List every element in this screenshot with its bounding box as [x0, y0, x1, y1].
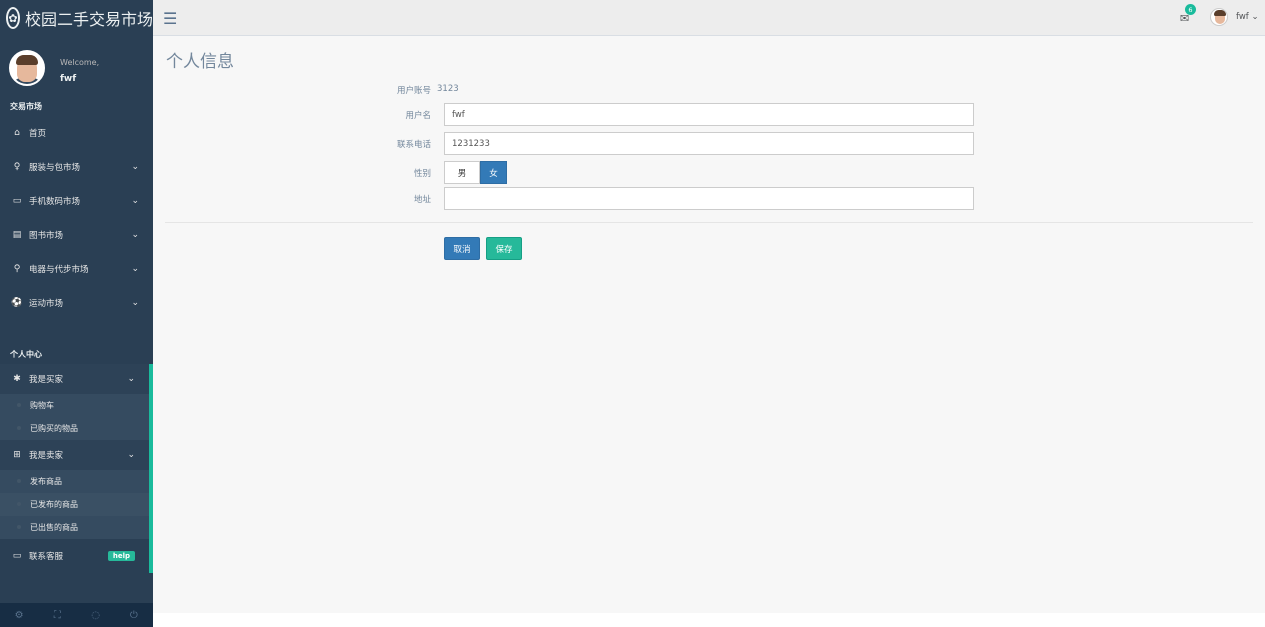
account-label: 用户账号 — [396, 86, 431, 96]
phone-input[interactable] — [444, 132, 974, 155]
cancel-button[interactable]: 取消 — [444, 237, 480, 260]
main-content: 个人信息 用户账号 3123 用户名 联系电话 性别 男 女 地址 取消 保存 — [153, 37, 1265, 613]
sidebar-item-sports[interactable]: ⚽ 运动市场 ⌄ — [0, 286, 153, 320]
gender-toggle: 男 女 — [444, 161, 507, 184]
page-title: 个人信息 — [166, 52, 234, 72]
paw-icon: ✿ — [6, 7, 20, 29]
gender-label: 性别 — [413, 169, 431, 179]
brand-title: 校园二手交易市场 — [24, 10, 153, 29]
topbar: ☰ ✉ 6 fwf ⌄ — [153, 0, 1265, 36]
sidebar-item-label: 我是买家 — [29, 375, 64, 385]
sidebar-item-label: 图书市场 — [29, 231, 64, 241]
book-icon: ▤ — [12, 230, 22, 240]
user-avatar[interactable] — [1210, 8, 1228, 26]
sidebar-item-label: 联系客服 — [29, 552, 64, 562]
avatar — [9, 50, 45, 86]
chevron-down-icon: ⌄ — [131, 196, 139, 206]
submenu-item-purchased[interactable]: 已购买的物品 — [0, 417, 149, 440]
section-title-personal: 个人中心 — [10, 349, 42, 359]
female-icon: ♀ — [13, 162, 21, 172]
mail-count-badge: 6 — [1185, 4, 1196, 15]
submenu-buyer: 购物车 已购买的物品 — [0, 394, 149, 440]
sidebar-item-label: 服装与包市场 — [29, 163, 81, 173]
user-name: fwf — [1236, 12, 1249, 22]
submenu-item-publish[interactable]: 发布商品 — [0, 470, 149, 493]
sidebar-footer: ⚙ ⛶ ◌ ⏻ — [0, 603, 153, 627]
eye-slash-icon[interactable]: ◌ — [77, 603, 115, 627]
sidebar-group-personal: ✱ 我是买家 ⌄ 购物车 已购买的物品 ⊞ 我是卖家 ⌄ 发布商品 已发布的商品… — [0, 364, 153, 573]
sidebar: ✿ 校园二手交易市场 Welcome, fwf 交易市场 ⌂ 首页 ♀ 服装与包… — [0, 0, 153, 627]
welcome-text: Welcome, — [60, 58, 100, 67]
sidebar-item-digital[interactable]: ▭ 手机数码市场 ⌄ — [0, 184, 153, 218]
sidebar-item-label: 首页 — [29, 129, 47, 139]
chevron-down-icon: ⌄ — [127, 374, 135, 384]
help-badge: help — [107, 551, 135, 561]
sidebar-item-support[interactable]: ▭ 联系客服 help — [0, 539, 149, 573]
chevron-down-icon: ⌄ — [131, 230, 139, 240]
bug-icon: ✱ — [13, 374, 21, 384]
menu-toggle-icon[interactable]: ☰ — [163, 9, 177, 28]
submenu-item-sold[interactable]: 已出售的商品 — [0, 516, 149, 539]
sidebar-item-seller[interactable]: ⊞ 我是卖家 ⌄ — [0, 440, 149, 470]
chevron-down-icon: ⌄ — [131, 264, 139, 274]
account-value: 3123 — [437, 84, 459, 94]
section-title-market: 交易市场 — [10, 101, 42, 111]
sidebar-item-label: 电器与代步市场 — [29, 265, 89, 275]
sidebar-item-label: 运动市场 — [29, 299, 64, 309]
address-label: 地址 — [413, 195, 431, 205]
chevron-down-icon: ⌄ — [131, 298, 139, 308]
row-phone: 联系电话 — [153, 132, 1265, 156]
fullscreen-icon[interactable]: ⛶ — [38, 603, 76, 627]
sidebar-item-label: 手机数码市场 — [29, 197, 81, 207]
row-gender: 性别 男 女 — [153, 161, 1265, 185]
user-menu[interactable]: fwf ⌄ — [1236, 12, 1259, 22]
sidebar-item-electric[interactable]: ⚲ 电器与代步市场 ⌄ — [0, 252, 153, 286]
phone-label: 联系电话 — [396, 140, 431, 150]
settings-icon[interactable]: ⚙ — [0, 603, 38, 627]
laptop-icon: ▭ — [12, 551, 22, 561]
sitemap-icon: ⊞ — [13, 450, 21, 460]
address-input[interactable] — [444, 187, 974, 210]
submenu-seller: 发布商品 已发布的商品 已出售的商品 — [0, 470, 149, 539]
gender-male-button[interactable]: 男 — [444, 161, 480, 184]
submenu-item-published[interactable]: 已发布的商品 — [0, 493, 149, 516]
soccer-ball-icon: ⚽ — [11, 298, 23, 308]
row-account: 用户账号 3123 — [153, 78, 1265, 102]
sidebar-item-label: 我是卖家 — [29, 451, 64, 461]
profile: Welcome, fwf — [0, 36, 153, 96]
sidebar-item-books[interactable]: ▤ 图书市场 ⌄ — [0, 218, 153, 252]
chevron-down-icon: ⌄ — [131, 162, 139, 172]
chevron-down-icon: ⌄ — [127, 450, 135, 460]
sidebar-item-clothing[interactable]: ♀ 服装与包市场 ⌄ — [0, 150, 153, 184]
laptop-icon: ▭ — [12, 196, 22, 206]
profile-name: fwf — [60, 74, 77, 84]
save-button[interactable]: 保存 — [486, 237, 522, 260]
footer-strip — [153, 613, 1265, 627]
sidebar-item-home[interactable]: ⌂ 首页 — [0, 116, 153, 150]
bicycle-icon: ⚲ — [13, 264, 21, 274]
home-icon: ⌂ — [14, 128, 20, 138]
divider — [165, 222, 1253, 223]
row-username: 用户名 — [153, 103, 1265, 127]
gender-female-button[interactable]: 女 — [480, 161, 507, 184]
row-address: 地址 — [153, 187, 1265, 211]
submenu-item-cart[interactable]: 购物车 — [0, 394, 149, 417]
username-label: 用户名 — [405, 111, 431, 121]
username-input[interactable] — [444, 103, 974, 126]
sidebar-item-buyer[interactable]: ✱ 我是买家 ⌄ — [0, 364, 149, 394]
power-icon[interactable]: ⏻ — [115, 603, 153, 627]
brand[interactable]: ✿ 校园二手交易市场 — [0, 0, 153, 36]
